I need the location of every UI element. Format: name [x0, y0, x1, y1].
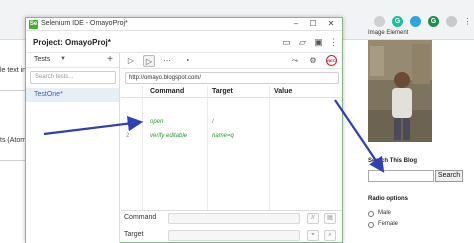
grammarly-icon[interactable]: G [392, 16, 403, 27]
folder-new-icon[interactable]: ▭ [281, 37, 292, 48]
window-title: Selenium IDE - OmayoProj* [41, 20, 128, 27]
more-icon[interactable]: ⋮ [328, 37, 339, 48]
column-divider [142, 86, 143, 210]
open-reference-icon[interactable]: ▤ [324, 213, 336, 224]
close-icon[interactable]: ✕ [325, 19, 337, 29]
blog-search-button[interactable]: Search [435, 170, 463, 182]
pause-icon[interactable]: ⚙ [307, 55, 319, 67]
command-editor: Command // ▤ Target ⌖ ⌕ [121, 210, 342, 243]
target-label: Target [124, 231, 144, 238]
row-number: 2 [126, 133, 130, 139]
save-icon[interactable]: ▣ [313, 37, 324, 48]
row-command: open [150, 119, 164, 125]
header-target: Target [212, 88, 233, 95]
radio-options-title: Radio options [368, 196, 408, 202]
ide-toolbar: ▷ ▷ ⋯ ◔ ⤳ ⚙ REC [121, 53, 342, 69]
page-text-snippet: le text in [0, 67, 27, 74]
column-divider [269, 86, 270, 210]
extension-icon[interactable] [410, 16, 421, 27]
row-command: verify editable [150, 133, 188, 139]
row-target: name=q [212, 133, 234, 139]
radio-male[interactable] [368, 211, 374, 217]
base-url-input[interactable]: http://omayo.blogspot.com/ [125, 72, 339, 84]
blog-search-input[interactable] [368, 170, 434, 182]
test-item-label: TestOne* [34, 91, 63, 98]
radio-male-label: Male [378, 210, 392, 216]
selenium-ide-window: Se Selenium IDE - OmayoProj* – ☐ ✕ Proje… [25, 17, 343, 243]
step-icon[interactable]: ⋯ [161, 55, 173, 67]
extension-icon[interactable] [446, 16, 457, 27]
command-input[interactable] [168, 213, 300, 224]
select-target-icon[interactable]: ⌖ [307, 230, 319, 241]
row-target: / [212, 119, 214, 125]
run-icon[interactable]: ▷ [143, 55, 155, 67]
run-all-icon[interactable]: ▷ [125, 55, 137, 67]
chevron-down-icon[interactable]: ▼ [60, 56, 66, 62]
extension-icon[interactable] [374, 16, 385, 27]
image-element-heading: Image Element [368, 30, 409, 36]
tests-panel: Tests ▼ + Search tests... TestOne* [26, 53, 120, 243]
speed-icon[interactable]: ◔ [181, 55, 193, 67]
record-icon[interactable]: REC [326, 55, 337, 66]
search-blog-label: Search This Blog [368, 158, 418, 164]
project-name[interactable]: Project: OmayoProj* [33, 38, 111, 47]
radio-female-label: Female [378, 221, 399, 227]
tests-header: Tests ▼ + [26, 53, 119, 68]
ide-titlebar: Se Selenium IDE - OmayoProj* – ☐ ✕ [26, 18, 342, 31]
divider [0, 160, 28, 161]
table-row[interactable]: 1 open / [121, 116, 342, 130]
add-test-button[interactable]: + [107, 54, 113, 65]
table-row[interactable]: 2 verify editable name=q [121, 130, 342, 144]
divider [0, 90, 28, 91]
command-label: Command [124, 214, 157, 221]
search-tests-input[interactable]: Search tests... [30, 71, 116, 84]
header-command: Command [150, 88, 185, 95]
column-divider [207, 86, 208, 210]
disable-breakpoints-icon[interactable]: ⤳ [289, 55, 301, 67]
project-bar: Project: OmayoProj* ▭ ▱ ▣ ⋮ [26, 32, 342, 53]
test-item[interactable]: TestOne* [26, 88, 119, 102]
find-target-icon[interactable]: ⌕ [324, 230, 336, 241]
selenium-icon: Se [29, 20, 38, 29]
maximize-icon[interactable]: ☐ [307, 19, 319, 29]
extension-icon[interactable]: G [428, 16, 439, 27]
minimize-icon[interactable]: – [290, 19, 302, 29]
target-input[interactable] [168, 230, 300, 241]
table-header: Command Target Value [121, 86, 342, 98]
command-table: Command Target Value 1 open / 2 verify e… [121, 86, 342, 210]
radio-female[interactable] [368, 222, 374, 228]
row-number: 1 [126, 119, 130, 125]
blog-photo [368, 40, 432, 142]
tests-dropdown[interactable]: Tests [34, 56, 50, 63]
header-value: Value [274, 88, 293, 95]
folder-open-icon[interactable]: ▱ [297, 37, 308, 48]
toggle-comment-icon[interactable]: // [307, 213, 319, 224]
menu-icon[interactable]: ⋮ [462, 16, 473, 27]
